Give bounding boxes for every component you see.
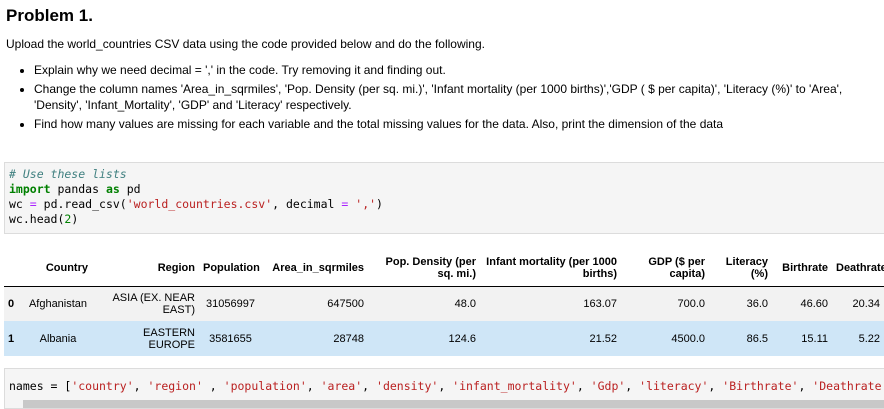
table-index: 1	[8, 332, 15, 345]
horizontal-scrollbar[interactable]	[23, 400, 884, 408]
code-cell-input[interactable]: # Use these lists import pandas as pd wc…	[4, 162, 884, 234]
table-cell: 647500	[327, 297, 364, 310]
code-string: 'world_countries.csv'	[126, 197, 273, 211]
code-keyword: import	[9, 182, 51, 196]
table-header: Area_in_sqrmiles	[272, 261, 364, 274]
table-cell: 5.22	[858, 332, 880, 345]
code-text: pd.read_csv(	[36, 197, 127, 211]
table-cell: 86.5	[746, 332, 768, 345]
table-header	[4, 250, 24, 286]
table-index: 0	[8, 297, 15, 310]
problem-title: Problem 1.	[6, 6, 93, 25]
table-cell: 36.0	[746, 297, 768, 310]
intro-text: Upload the world_countries CSV data usin…	[6, 37, 485, 51]
table-cell: 21.52	[589, 332, 617, 345]
table-cell: ASIA (EX. NEAR EAST)	[112, 291, 195, 316]
table-header: Deathrate	[836, 261, 884, 274]
list-item: Explain why we need decimal = ',' in the…	[34, 62, 884, 78]
table-cell: Afghanistan	[28, 297, 88, 310]
table-row: 1 Albania EASTERN EUROPE 3581655 28748 1…	[4, 321, 884, 356]
table-header: GDP ($ per capita)	[648, 255, 705, 280]
table-cell: 28748	[333, 332, 364, 345]
table-header: Country	[45, 261, 88, 274]
table-row: 0 Afghanistan ASIA (EX. NEAR EAST) 31056…	[4, 286, 884, 321]
table-cell: 700.0	[677, 297, 705, 310]
table-cell: 20.34	[852, 297, 880, 310]
table-header: Infant mortality (per 1000 births)	[486, 255, 617, 280]
table-header: Literacy (%)	[725, 255, 768, 280]
table-header: Pop. Density (per sq. mi.)	[385, 255, 476, 280]
code-text: names = ['country', 'region' , 'populati…	[9, 379, 882, 393]
code-text: wc	[9, 197, 30, 211]
table-cell: 4500.0	[671, 332, 705, 345]
code-comment: # Use these lists	[9, 167, 127, 181]
code-text: wc.head(	[9, 212, 65, 226]
table-header: Region	[157, 261, 195, 274]
table-header-row: Country Region Population Area_in_sqrmil…	[4, 250, 884, 286]
table-cell: 31056997	[206, 297, 255, 310]
table-cell: 3581655	[209, 332, 252, 345]
code-text: pd	[119, 182, 141, 196]
table-cell: 124.6	[448, 332, 476, 345]
code-text: , decimal	[272, 197, 342, 211]
table-header: Birthrate	[782, 261, 828, 274]
code-string: ','	[355, 197, 377, 211]
table-header: Population	[203, 261, 260, 274]
table-cell: 15.11	[801, 332, 828, 345]
code-cell-names[interactable]: names = ['country', 'region' , 'populati…	[4, 368, 884, 409]
list-item: Change the column names 'Area_in_sqrmile…	[34, 81, 884, 113]
table-cell: 48.0	[454, 297, 476, 310]
table-cell: EASTERN EUROPE	[143, 326, 195, 351]
code-keyword: as	[105, 182, 120, 196]
table-cell: 46.60	[800, 297, 828, 310]
list-item: Find how many values are missing for eac…	[34, 116, 884, 132]
table-cell: 163.07	[583, 297, 617, 310]
instructions-list: Explain why we need decimal = ',' in the…	[0, 62, 884, 135]
table-cell: Albania	[39, 332, 77, 345]
dataframe-output: Country Region Population Area_in_sqrmil…	[4, 250, 884, 356]
code-text: pandas	[50, 182, 106, 196]
code-text: )	[376, 197, 383, 211]
code-text: )	[71, 212, 79, 226]
code-operator: =	[29, 197, 37, 211]
